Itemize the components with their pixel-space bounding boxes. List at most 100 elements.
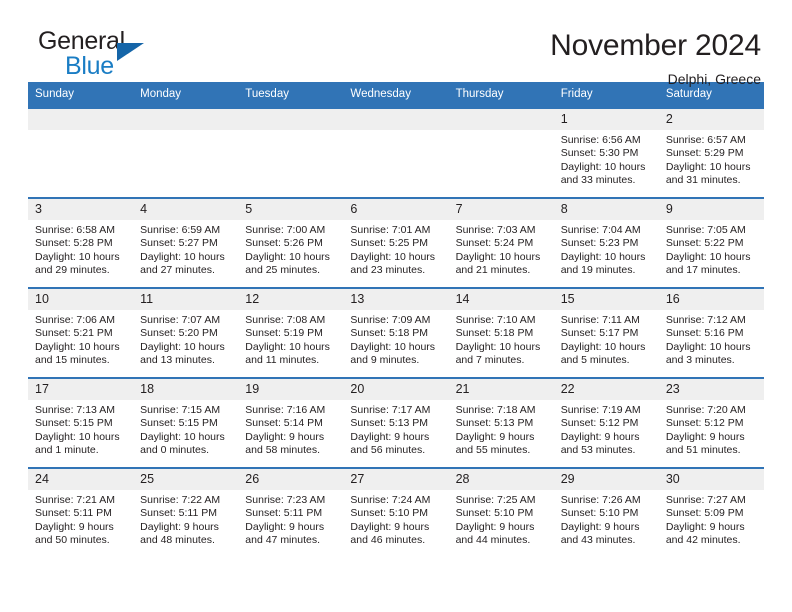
daylight-text: Daylight: 10 hours and 1 minute. <box>35 430 120 457</box>
calendar-day-cell[interactable]: 15 Sunrise: 7:11 AM Sunset: 5:17 PM Dayligh… <box>553 287 659 378</box>
day-details: Sunrise: 7:26 AM Sunset: 5:10 PM Daylight:… <box>554 490 659 548</box>
daylight-text: Daylight: 10 hours and 31 minutes. <box>665 160 751 187</box>
calendar-day-cell[interactable]: 2 Sunrise: 6:57 AM Sunset: 5:29 PM Daylight… <box>658 107 764 198</box>
day-number: 21 <box>448 379 554 400</box>
calendar-day-cell[interactable]: 14 Sunrise: 7:10 AM Sunset: 5:18 PM Dayligh… <box>448 287 554 378</box>
calendar-week-row: 17 Sunrise: 7:13 AM Sunset: 5:15 PM Dayligh… <box>28 377 764 468</box>
day-details: Sunrise: 7:10 AM Sunset: 5:18 PM Daylight:… <box>449 310 554 368</box>
calendar-day-cell[interactable]: 23 Sunrise: 7:20 AM Sunset: 5:12 PM Dayligh… <box>658 377 764 468</box>
calendar-day-cell[interactable]: 1 Sunrise: 6:56 AM Sunset: 5:30 PM Daylight… <box>553 107 659 198</box>
daylight-text: Daylight: 10 hours and 0 minutes. <box>140 430 225 457</box>
day-number: 2 <box>658 109 764 130</box>
daylight-text: Daylight: 9 hours and 47 minutes. <box>245 520 325 547</box>
day-number: 5 <box>238 199 344 220</box>
day-details: Sunrise: 7:21 AM Sunset: 5:11 PM Daylight:… <box>28 490 133 548</box>
day-number <box>28 109 134 130</box>
calendar-day-cell[interactable]: 5 Sunrise: 7:00 AM Sunset: 5:26 PM Daylight… <box>238 197 344 288</box>
calendar-day-cell[interactable]: 20 Sunrise: 7:17 AM Sunset: 5:13 PM Dayligh… <box>343 377 449 468</box>
calendar-day-cell[interactable]: 4 Sunrise: 6:59 AM Sunset: 5:27 PM Daylight… <box>133 197 239 288</box>
daylight-text: Daylight: 9 hours and 43 minutes. <box>560 520 640 547</box>
logo-text-blue: Blue <box>65 52 114 80</box>
sunset-text: Sunset: 5:26 PM <box>245 237 323 250</box>
calendar-day-cell[interactable]: 8 Sunrise: 7:04 AM Sunset: 5:23 PM Daylight… <box>553 197 659 288</box>
sunset-text: Sunset: 5:21 PM <box>35 327 113 340</box>
sunrise-text: Sunrise: 7:10 AM <box>455 314 536 326</box>
sunset-text: Sunset: 5:11 PM <box>245 507 323 520</box>
calendar-day-cell[interactable]: 11 Sunrise: 7:07 AM Sunset: 5:20 PM Dayligh… <box>133 287 239 378</box>
daylight-text: Daylight: 9 hours and 51 minutes. <box>665 430 745 457</box>
day-details: Sunrise: 7:09 AM Sunset: 5:18 PM Daylight:… <box>343 310 448 368</box>
sunrise-text: Sunrise: 6:57 AM <box>665 134 746 146</box>
sunset-text: Sunset: 5:13 PM <box>350 417 429 430</box>
day-number: 25 <box>133 469 239 490</box>
day-number: 9 <box>658 199 764 220</box>
weekday-header-wednesday: Wednesday <box>343 82 449 108</box>
sunrise-text: Sunrise: 7:06 AM <box>35 314 115 326</box>
day-details: Sunrise: 7:03 AM Sunset: 5:24 PM Daylight:… <box>449 220 554 278</box>
sunrise-text: Sunrise: 7:01 AM <box>350 224 431 236</box>
day-details: Sunrise: 7:07 AM Sunset: 5:20 PM Daylight:… <box>133 310 238 368</box>
sunrise-text: Sunrise: 7:20 AM <box>665 404 746 416</box>
sunset-text: Sunset: 5:11 PM <box>35 507 112 520</box>
calendar-day-cell[interactable]: 21 Sunrise: 7:18 AM Sunset: 5:13 PM Dayligh… <box>448 377 554 468</box>
day-number: 11 <box>133 289 239 310</box>
calendar-day-cell[interactable]: 29 Sunrise: 7:26 AM Sunset: 5:10 PM Dayligh… <box>553 467 659 557</box>
calendar-day-cell[interactable]: 3 Sunrise: 6:58 AM Sunset: 5:28 PM Daylight… <box>28 197 134 288</box>
sunrise-text: Sunrise: 7:13 AM <box>35 404 115 416</box>
calendar-day-cell[interactable]: 7 Sunrise: 7:03 AM Sunset: 5:24 PM Daylight… <box>448 197 554 288</box>
calendar-day-cell[interactable]: 19 Sunrise: 7:16 AM Sunset: 5:14 PM Dayligh… <box>238 377 344 468</box>
calendar-day-cell-empty <box>448 107 554 198</box>
calendar-day-cell[interactable]: 22 Sunrise: 7:19 AM Sunset: 5:12 PM Dayligh… <box>553 377 659 468</box>
daylight-text: Daylight: 10 hours and 15 minutes. <box>35 340 120 367</box>
day-number: 28 <box>448 469 554 490</box>
calendar-day-cell[interactable]: 13 Sunrise: 7:09 AM Sunset: 5:18 PM Dayligh… <box>343 287 449 378</box>
day-number: 3 <box>28 199 134 220</box>
calendar-day-cell[interactable]: 17 Sunrise: 7:13 AM Sunset: 5:15 PM Dayligh… <box>28 377 134 468</box>
sunrise-text: Sunrise: 7:00 AM <box>245 224 326 236</box>
day-details: Sunrise: 7:12 AM Sunset: 5:16 PM Daylight:… <box>659 310 764 368</box>
logo-text-general: General <box>38 27 125 55</box>
day-number: 20 <box>343 379 449 400</box>
calendar-day-cell[interactable]: 16 Sunrise: 7:12 AM Sunset: 5:16 PM Dayligh… <box>658 287 764 378</box>
sunrise-text: Sunrise: 7:08 AM <box>245 314 326 326</box>
sunset-text: Sunset: 5:22 PM <box>665 237 744 250</box>
calendar-day-cell[interactable]: 26 Sunrise: 7:23 AM Sunset: 5:11 PM Dayligh… <box>238 467 344 557</box>
sunset-text: Sunset: 5:29 PM <box>665 147 744 160</box>
calendar-table: Sunday Monday Tuesday Wednesday Thursday Frid… <box>28 82 764 557</box>
calendar-day-cell[interactable]: 28 Sunrise: 7:25 AM Sunset: 5:10 PM Dayligh… <box>448 467 554 557</box>
calendar-week-row: 10 Sunrise: 7:06 AM Sunset: 5:21 PM Dayligh… <box>28 287 764 378</box>
day-number: 26 <box>238 469 344 490</box>
daylight-text: Daylight: 10 hours and 13 minutes. <box>140 340 225 367</box>
day-details: Sunrise: 7:08 AM Sunset: 5:19 PM Daylight:… <box>238 310 343 368</box>
day-details: Sunrise: 7:04 AM Sunset: 5:23 PM Daylight:… <box>554 220 659 278</box>
sunset-text: Sunset: 5:13 PM <box>455 417 534 430</box>
day-details: Sunrise: 6:56 AM Sunset: 5:30 PM Daylight:… <box>554 130 659 188</box>
calendar-day-cell[interactable]: 18 Sunrise: 7:15 AM Sunset: 5:15 PM Dayligh… <box>133 377 239 468</box>
sunset-text: Sunset: 5:25 PM <box>350 237 429 250</box>
calendar-day-cell[interactable]: 6 Sunrise: 7:01 AM Sunset: 5:25 PM Daylight… <box>343 197 449 288</box>
day-details: Sunrise: 7:27 AM Sunset: 5:09 PM Daylight:… <box>659 490 764 548</box>
general-blue-logo[interactable]: General Blue <box>28 28 168 86</box>
day-details: Sunrise: 7:13 AM Sunset: 5:15 PM Daylight:… <box>28 400 133 458</box>
calendar-day-cell[interactable]: 25 Sunrise: 7:22 AM Sunset: 5:11 PM Dayligh… <box>133 467 239 557</box>
daylight-text: Daylight: 9 hours and 44 minutes. <box>455 520 535 547</box>
day-details: Sunrise: 7:17 AM Sunset: 5:13 PM Daylight:… <box>343 400 448 458</box>
daylight-text: Daylight: 9 hours and 48 minutes. <box>140 520 219 547</box>
calendar-day-cell-empty <box>343 107 449 198</box>
sunrise-text: Sunrise: 7:26 AM <box>560 494 641 506</box>
calendar-day-cell-empty <box>28 107 134 198</box>
calendar-day-cell[interactable]: 12 Sunrise: 7:08 AM Sunset: 5:19 PM Dayligh… <box>238 287 344 378</box>
calendar-day-cell[interactable]: 9 Sunrise: 7:05 AM Sunset: 5:22 PM Daylight… <box>658 197 764 288</box>
calendar-day-cell[interactable]: 30 Sunrise: 7:27 AM Sunset: 5:09 PM Dayligh… <box>658 467 764 557</box>
day-number <box>133 109 239 130</box>
calendar-day-cell-empty <box>238 107 344 198</box>
calendar-day-cell[interactable]: 24 Sunrise: 7:21 AM Sunset: 5:11 PM Dayligh… <box>28 467 134 557</box>
daylight-text: Daylight: 10 hours and 27 minutes. <box>140 250 225 277</box>
daylight-text: Daylight: 10 hours and 25 minutes. <box>245 250 330 277</box>
sunset-text: Sunset: 5:23 PM <box>560 237 639 250</box>
day-number: 4 <box>133 199 239 220</box>
sunset-text: Sunset: 5:27 PM <box>140 237 218 250</box>
calendar-day-cell[interactable]: 27 Sunrise: 7:24 AM Sunset: 5:10 PM Dayligh… <box>343 467 449 557</box>
day-number: 23 <box>658 379 764 400</box>
calendar-day-cell[interactable]: 10 Sunrise: 7:06 AM Sunset: 5:21 PM Dayligh… <box>28 287 134 378</box>
